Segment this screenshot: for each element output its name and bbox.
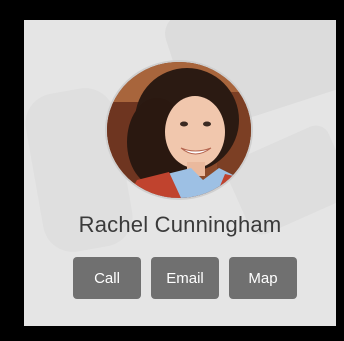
widget-frame: Rachel Cunningham Call Email Map bbox=[0, 0, 344, 341]
contact-card: Rachel Cunningham Call Email Map bbox=[24, 20, 336, 326]
call-button[interactable]: Call bbox=[73, 257, 141, 299]
map-button[interactable]: Map bbox=[229, 257, 297, 299]
avatar-portrait-icon bbox=[107, 62, 251, 198]
contact-name: Rachel Cunningham bbox=[78, 212, 282, 237]
email-button[interactable]: Email bbox=[151, 257, 219, 299]
contact-avatar[interactable] bbox=[107, 62, 251, 198]
